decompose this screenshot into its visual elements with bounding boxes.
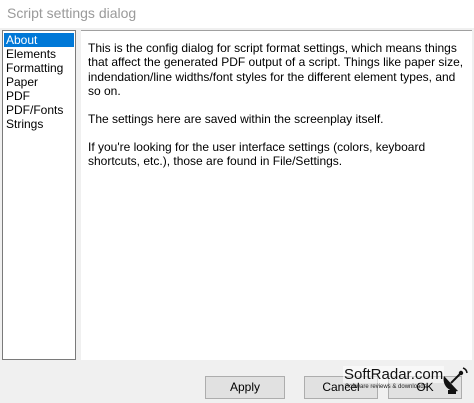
watermark-tagline: Software reviews & downloads [345, 384, 427, 390]
softradar-watermark: SoftRadar.com Software reviews & downloa… [337, 366, 472, 400]
window-title: Script settings dialog [7, 5, 137, 21]
sidebar-item-strings[interactable]: Strings [4, 117, 74, 131]
settings-category-list[interactable]: About Elements Formatting Paper PDF PDF/… [2, 30, 76, 360]
sidebar-item-formatting[interactable]: Formatting [4, 61, 74, 75]
about-ui-settings-note: If you're looking for the user interface… [88, 140, 426, 169]
sidebar-item-paper[interactable]: Paper [4, 75, 74, 89]
title-bar[interactable]: Script settings dialog [0, 0, 474, 28]
watermark-brand: SoftRadar.com [343, 366, 445, 383]
sidebar-item-pdf[interactable]: PDF [4, 89, 74, 103]
apply-button[interactable]: Apply [205, 376, 285, 399]
about-saved-note: The settings here are saved within the s… [88, 112, 384, 126]
sidebar-item-elements[interactable]: Elements [4, 47, 74, 61]
about-panel: This is the config dialog for script for… [81, 30, 472, 360]
satellite-dish-icon [441, 366, 469, 399]
about-description: This is the config dialog for script for… [88, 41, 464, 98]
sidebar-item-about[interactable]: About [4, 33, 74, 47]
sidebar-item-pdf-fonts[interactable]: PDF/Fonts [4, 103, 74, 117]
